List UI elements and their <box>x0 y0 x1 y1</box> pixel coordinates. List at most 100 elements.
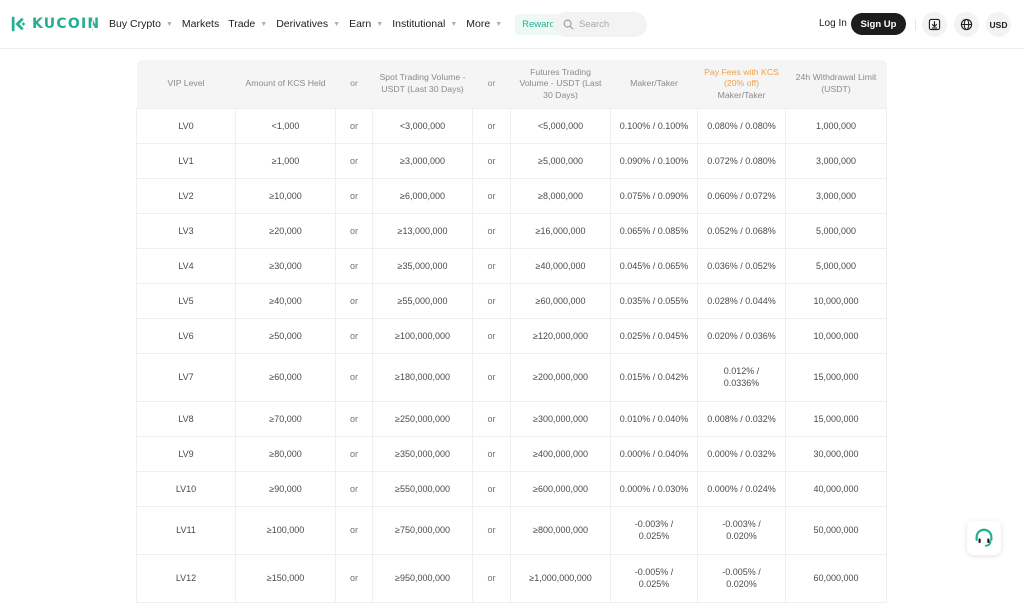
maker-taker-fee-cell: 0.035% / 0.055% <box>610 282 698 319</box>
withdrawal-limit-cell: 5,000,000 <box>785 247 887 284</box>
or-cell: or <box>335 435 373 472</box>
chevron-down-icon: ▼ <box>165 20 173 28</box>
kcs-held-cell: ≥1,000 <box>235 142 336 179</box>
maker-taker-fee-cell: 0.010% / 0.040% <box>610 400 698 437</box>
nav-item-label: Derivatives <box>276 18 329 30</box>
futures-volume-cell: ≥60,000,000 <box>510 282 611 319</box>
or-cell: or <box>472 107 511 144</box>
logo-divider <box>92 17 93 31</box>
nav-item-label: More <box>466 18 491 30</box>
or-cell: or <box>335 317 373 354</box>
vip-fee-table: VIP Level Amount of KCS Held or Spot Tra… <box>136 60 887 603</box>
nav-item-label: Earn <box>349 18 372 30</box>
nav-item-label: Markets <box>181 18 220 30</box>
kcs-held-cell: ≥30,000 <box>235 247 336 284</box>
vip-level-cell: LV7 <box>136 352 236 402</box>
chevron-down-icon: ▼ <box>495 20 503 28</box>
futures-volume-cell: ≥400,000,000 <box>510 435 611 472</box>
login-link[interactable]: Log In <box>819 18 847 29</box>
kcs-fee-cell: 0.020% / 0.036% <box>697 317 786 354</box>
or-cell: or <box>472 435 511 472</box>
kcs-fee-cell: 0.080% / 0.080% <box>697 107 786 144</box>
header-maker-taker: Maker/Taker <box>610 60 698 108</box>
nav-item-markets[interactable]: Markets <box>182 18 219 30</box>
or-cell: or <box>472 400 511 437</box>
spot-volume-cell: ≥550,000,000 <box>372 470 473 507</box>
table-row: LV3 ≥20,000 or ≥13,000,000 or ≥16,000,000 0.06… <box>136 212 887 249</box>
vip-level-cell: LV12 <box>136 553 236 603</box>
kcs-fee-cell: 0.012% / 0.0336% <box>697 352 786 402</box>
spot-volume-cell: ≥350,000,000 <box>372 435 473 472</box>
kcs-fee-cell: 0.000% / 0.024% <box>697 470 786 507</box>
nav-item-institutional[interactable]: Institutional ▼ <box>392 18 457 30</box>
or-cell: or <box>472 317 511 354</box>
vip-level-cell: LV9 <box>136 435 236 472</box>
spot-volume-cell: ≥100,000,000 <box>372 317 473 354</box>
vip-level-cell: LV8 <box>136 400 236 437</box>
withdrawal-limit-cell: 3,000,000 <box>785 142 887 179</box>
customer-support-button[interactable] <box>967 521 1001 555</box>
kcs-fee-cell: 0.028% / 0.044% <box>697 282 786 319</box>
futures-volume-cell: ≥200,000,000 <box>510 352 611 402</box>
or-cell: or <box>472 553 511 603</box>
or-cell: or <box>335 282 373 319</box>
nav-item-label: Institutional <box>392 18 446 30</box>
nav-item-more[interactable]: More ▼ <box>466 18 502 30</box>
kcs-held-cell: ≥80,000 <box>235 435 336 472</box>
signup-button[interactable]: Sign Up <box>851 13 906 35</box>
top-navigation-bar: KUCOIN Buy Crypto ▼ Markets Trade ▼ Derivativ… <box>0 0 1024 49</box>
nav-item-earn[interactable]: Earn ▼ <box>349 18 383 30</box>
kcs-held-cell: ≥10,000 <box>235 177 336 214</box>
or-cell: or <box>472 282 511 319</box>
futures-volume-cell: ≥40,000,000 <box>510 247 611 284</box>
table-row: LV8 ≥70,000 or ≥250,000,000 or ≥300,000,000 0.… <box>136 400 887 437</box>
header-futures-volume: Futures Trading Volume - USDT (Last 30 D… <box>510 60 611 108</box>
or-cell: or <box>472 352 511 402</box>
table-row: LV7 ≥60,000 or ≥180,000,000 or ≥200,000,000 0.… <box>136 352 887 402</box>
search-input[interactable] <box>579 19 639 30</box>
nav-item-trade[interactable]: Trade ▼ <box>228 18 267 30</box>
kcs-fee-cell: 0.060% / 0.072% <box>697 177 786 214</box>
nav-item-buy-crypto[interactable]: Buy Crypto ▼ <box>109 18 173 30</box>
or-cell: or <box>472 177 511 214</box>
header-kcs-fee-highlight: Pay Fees with KCS (20% off) <box>704 66 779 89</box>
table-row: LV4 ≥30,000 or ≥35,000,000 or ≥40,000,000 0.04… <box>136 247 887 284</box>
language-button[interactable] <box>954 12 979 37</box>
nav-item-derivatives[interactable]: Derivatives ▼ <box>276 18 340 30</box>
maker-taker-fee-cell: 0.100% / 0.100% <box>610 107 698 144</box>
vip-level-cell: LV10 <box>136 470 236 507</box>
maker-taker-fee-cell: -0.003% / 0.025% <box>610 505 698 555</box>
or-cell: or <box>472 212 511 249</box>
kcs-fee-cell: 0.008% / 0.032% <box>697 400 786 437</box>
table-row: LV11 ≥100,000 or ≥750,000,000 or ≥800,000,000… <box>136 505 887 555</box>
futures-volume-cell: ≥300,000,000 <box>510 400 611 437</box>
withdrawal-limit-cell: 15,000,000 <box>785 400 887 437</box>
kcs-held-cell: ≥100,000 <box>235 505 336 555</box>
kcs-held-cell: ≥40,000 <box>235 282 336 319</box>
search-icon <box>563 19 574 30</box>
logo-text: KUCOIN <box>32 16 101 32</box>
or-cell: or <box>335 470 373 507</box>
maker-taker-fee-cell: 0.000% / 0.030% <box>610 470 698 507</box>
withdrawal-limit-cell: 15,000,000 <box>785 352 887 402</box>
or-cell: or <box>335 505 373 555</box>
table-row: LV0 <1,000 or <3,000,000 or <5,000,000 0.100% … <box>136 107 887 144</box>
maker-taker-fee-cell: 0.045% / 0.065% <box>610 247 698 284</box>
globe-icon <box>960 18 973 31</box>
spot-volume-cell: ≥6,000,000 <box>372 177 473 214</box>
nav-item-label: Trade <box>228 18 256 30</box>
spot-volume-cell: ≥250,000,000 <box>372 400 473 437</box>
kucoin-logo[interactable]: KUCOIN <box>10 15 100 33</box>
header-kcs-fee-sub: Maker/Taker <box>717 89 766 100</box>
vip-level-cell: LV5 <box>136 282 236 319</box>
search-box[interactable] <box>553 12 647 37</box>
spot-volume-cell: ≥35,000,000 <box>372 247 473 284</box>
kcs-fee-cell: 0.036% / 0.052% <box>697 247 786 284</box>
futures-volume-cell: ≥5,000,000 <box>510 142 611 179</box>
header-withdrawal-limit: 24h Withdrawal Limit (USDT) <box>785 60 887 108</box>
download-app-button[interactable] <box>922 12 947 37</box>
currency-button[interactable]: USD <box>986 12 1011 37</box>
futures-volume-cell: ≥8,000,000 <box>510 177 611 214</box>
vip-level-cell: LV11 <box>136 505 236 555</box>
withdrawal-limit-cell: 30,000,000 <box>785 435 887 472</box>
